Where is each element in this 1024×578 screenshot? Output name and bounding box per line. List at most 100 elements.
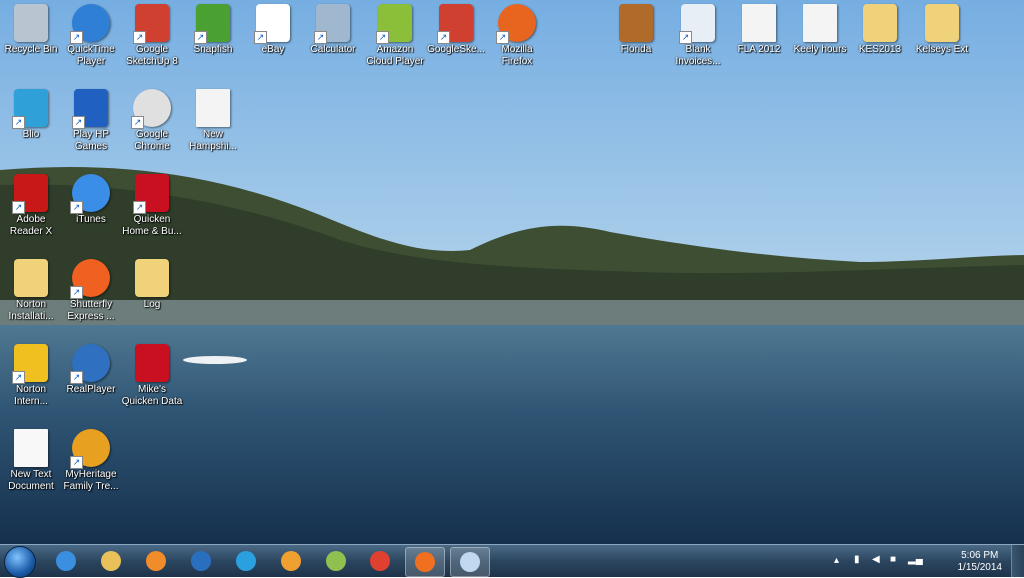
desktop-icon[interactable]: ↗ RealPlayer [60,340,122,396]
desktop-icon[interactable]: New Hampshi... [182,85,244,153]
desktop-icon[interactable]: ↗ Mozilla Firefox [486,0,548,68]
sketchup-icon: ↗ [133,4,169,44]
desktop-icon[interactable]: ↗ Amazon Cloud Player [364,0,426,68]
taskbar-button[interactable] [317,547,355,575]
desktop-icon[interactable]: ↗ Blank Invoices... [667,0,729,68]
desktop-icon-label: New Hampshi... [189,129,237,152]
desktop-icon-label: Blio [22,129,40,140]
taskbar-button[interactable] [47,547,85,575]
desktop-icon[interactable]: ↗ QuickTime Player [60,0,122,68]
desktop-icon-label: Keely hours [793,44,847,55]
taskbar-button[interactable] [92,547,130,575]
desktop-icon[interactable]: Norton Installati... [0,255,62,323]
shortcut-arrow-icon: ↗ [133,201,146,214]
desktop-icon[interactable]: ↗ eBay [242,0,304,56]
text-document-icon [14,429,48,467]
document-icon [803,4,837,42]
quicken-data-icon [135,344,169,382]
desktop-icon[interactable]: Recycle Bin [0,0,62,56]
desktop: Recycle Bin ↗ QuickTime Player ↗ Google Sket… [0,0,1024,544]
firefox-icon [415,552,435,572]
desktop-icon[interactable]: ↗ Play HP Games [60,85,122,153]
desktop-icon[interactable]: FLA 2012 [728,0,790,56]
desktop-icon-label: Blank Invoices... [675,44,721,67]
desktop-icon[interactable]: ↗ Quicken Home & Bu... [121,170,183,238]
power-icon[interactable]: ▮ [854,554,860,565]
firefox-icon: ↗ [496,4,536,44]
internet-explorer-icon [56,551,76,571]
desktop-icon-label: Shutterfly Express ... [67,299,115,322]
calculator-icon: ↗ [314,4,350,44]
quicktime-icon: ↗ [70,4,110,44]
taskbar-button[interactable] [272,547,310,575]
taskbar-button[interactable] [450,547,490,577]
show-desktop-button[interactable] [1011,545,1024,577]
chrome-icon [370,551,390,571]
folder-icon [925,4,959,42]
desktop-icon-label: Amazon Cloud Player [366,44,424,67]
shortcut-arrow-icon: ↗ [314,31,327,44]
desktop-icon[interactable]: ↗ Google Chrome [121,85,183,153]
security-icon[interactable]: ■ [890,554,896,565]
network-icon[interactable]: ▂▄ [908,554,923,565]
desktop-icon[interactable]: KES2013 [849,0,911,56]
sketchup-icon: ↗ [437,4,473,44]
globe-icon [236,551,256,571]
snapfish-icon: ↗ [194,4,230,44]
clock[interactable]: 5:06 PM 1/15/2014 [958,550,1003,574]
taskbar-button[interactable] [227,547,265,575]
desktop-icon-label: iTunes [76,214,106,225]
itunes-icon: ↗ [70,174,110,214]
shortcut-arrow-icon: ↗ [70,371,83,384]
realplayer-icon: ↗ [70,344,110,384]
desktop-icon[interactable]: Kelseys Ext [911,0,973,56]
desktop-icon[interactable]: ↗ iTunes [60,170,122,226]
folder-icon [135,259,169,297]
desktop-icon-label: MyHeritage Family Tre... [63,469,119,492]
amazon-icon: ↗ [376,4,412,44]
desktop-icon[interactable]: New Text Document [0,425,62,493]
volume-icon[interactable]: ◀ [872,554,880,565]
desktop-icon[interactable]: ↗ Calculator [302,0,364,56]
shutterfly-icon: ↗ [70,259,110,299]
shortcut-arrow-icon: ↗ [679,31,692,44]
desktop-icon[interactable]: Mike's Quicken Data [121,340,183,408]
desktop-icon[interactable]: ↗ MyHeritage Family Tre... [60,425,122,493]
shortcut-arrow-icon: ↗ [194,31,207,44]
desktop-icon[interactable]: ↗ Blio [0,85,62,141]
desktop-icon[interactable]: ↗ Shutterfly Express ... [60,255,122,323]
folder-icon [863,4,897,42]
taskbar-button[interactable] [137,547,175,575]
document-icon [742,4,776,42]
shortcut-arrow-icon: ↗ [12,116,25,129]
start-button[interactable] [4,546,36,578]
desktop-icon[interactable]: ↗ Google SketchUp 8 [121,0,183,68]
desktop-icon-label: Calculator [310,44,356,55]
folder-icon [14,259,48,297]
desktop-icon-label: Recycle Bin [4,44,58,55]
desktop-icon-label: eBay [261,44,285,55]
shortcut-arrow-icon: ↗ [12,201,25,214]
taskbar-button[interactable] [361,547,399,575]
desktop-icon[interactable]: Log [121,255,183,311]
desktop-icon[interactable]: Keely hours [789,0,851,56]
shortcut-arrow-icon: ↗ [72,116,85,129]
desktop-icon[interactable]: Florida [605,0,667,56]
document-icon [196,89,230,127]
shortcut-arrow-icon: ↗ [12,371,25,384]
myheritage-icon: ↗ [70,429,110,469]
windows-explorer-icon [101,551,121,571]
desktop-icon[interactable]: ↗ Adobe Reader X [0,170,62,238]
clock-time: 5:06 PM [961,550,999,561]
norton-icon: ↗ [12,344,48,384]
desktop-icon-label: Mike's Quicken Data [121,384,183,407]
taskbar-button[interactable] [405,547,445,577]
desktop-icon[interactable]: ↗ Snapfish [182,0,244,56]
shortcut-arrow-icon: ↗ [496,31,509,44]
shortcut-arrow-icon: ↗ [70,286,83,299]
adobe-reader-icon: ↗ [12,174,48,214]
desktop-icon[interactable]: ↗ Norton Intern... [0,340,62,408]
taskbar-button[interactable] [182,547,220,575]
show-hidden-icons-icon[interactable]: ▴ [834,555,839,566]
desktop-icon[interactable]: ↗ GoogleSke... [425,0,487,56]
